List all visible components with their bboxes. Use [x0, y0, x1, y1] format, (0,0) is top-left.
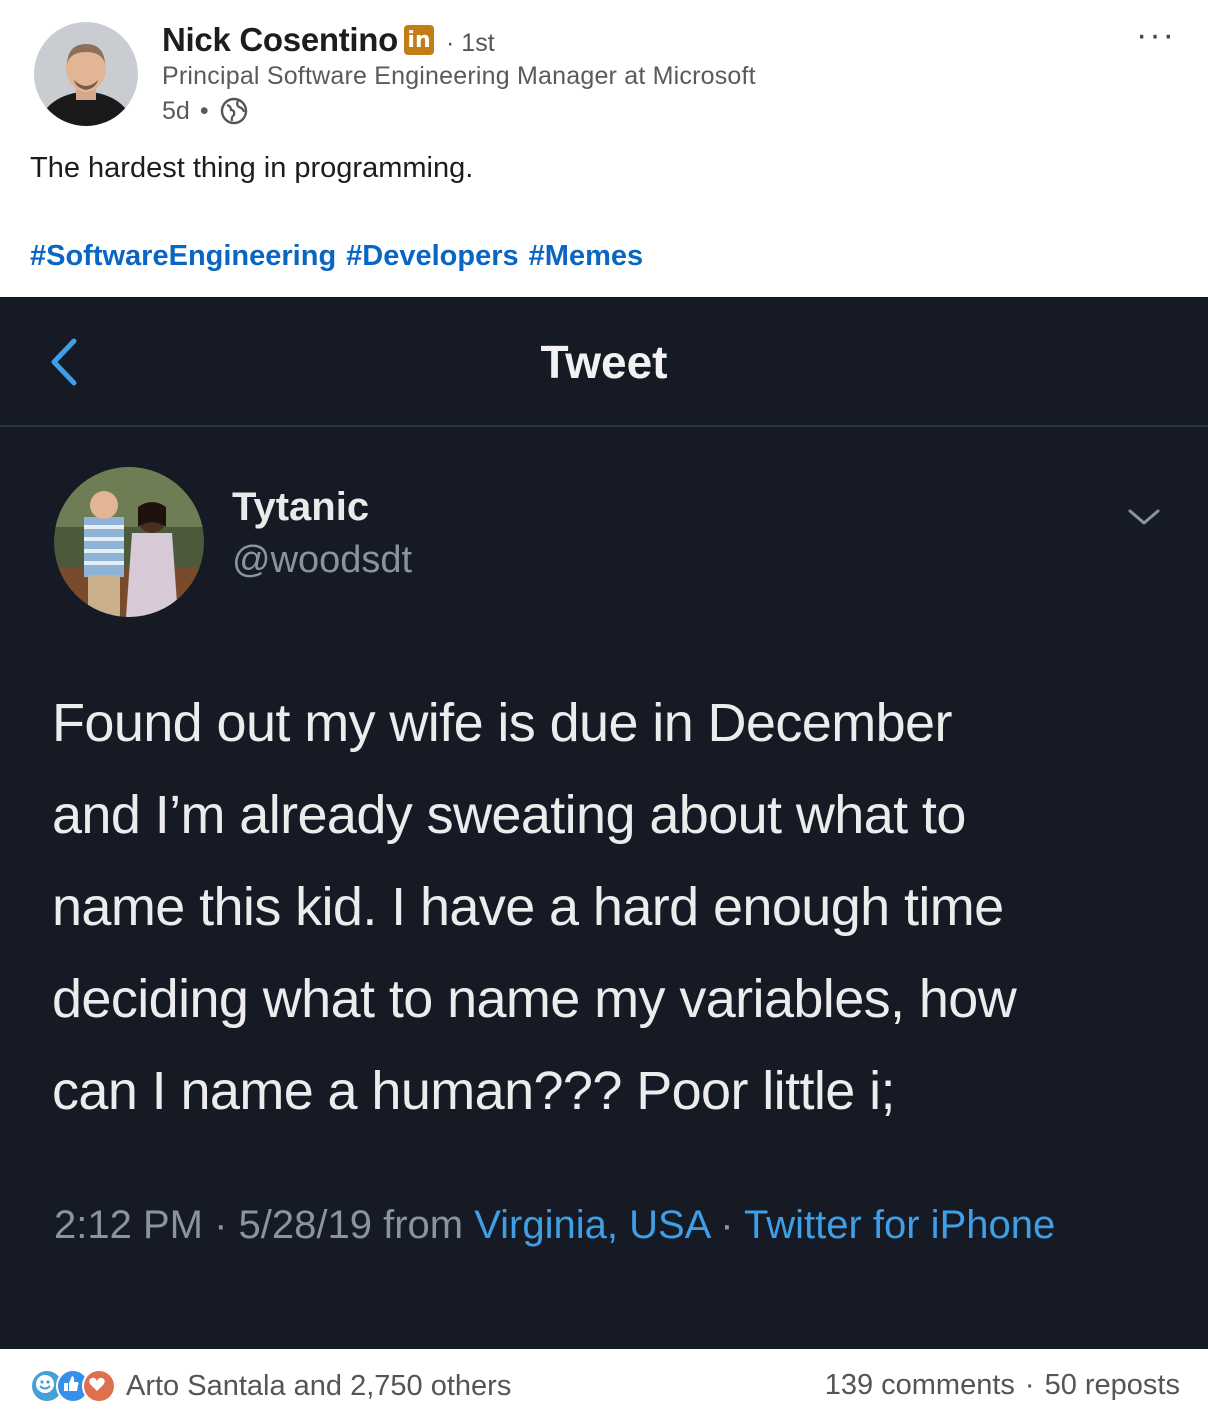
author-avatar[interactable]	[34, 22, 138, 126]
tweet-body: Found out my wife is due in December and…	[52, 677, 1172, 1137]
globe-icon	[220, 97, 247, 125]
tweet-body-line: name this kid. I have a hard enough time	[52, 877, 1004, 937]
post-time: 5d	[162, 96, 190, 125]
hashtag-link[interactable]: #SoftwareEngineering	[30, 240, 336, 273]
tweet-nav-title: Tweet	[540, 336, 668, 388]
reactions-text: Arto Santala and 2,750 others	[126, 1369, 512, 1402]
post-meta: 5d •	[162, 96, 249, 126]
tweet-body-line: Found out my wife is due in December	[52, 693, 952, 753]
counts-separator: ·	[1024, 1369, 1035, 1401]
more-options-icon[interactable]: ···	[1136, 16, 1176, 55]
tweet-display-name: Tytanic	[232, 485, 370, 529]
hashtag-link[interactable]: #Memes	[529, 240, 643, 273]
tweet-meta-separator: ·	[709, 1203, 744, 1247]
post-header: Nick Cosentino in · 1st Principal Softwa…	[0, 0, 1208, 140]
tweet-body-line: and I’m already sweating about what to	[52, 785, 966, 845]
author-headline: Principal Software Engineering Manager a…	[162, 62, 756, 90]
tweet-body-line: can I name a human??? Poor little i;	[52, 1061, 896, 1121]
reposts-count-link[interactable]: 50 reposts	[1045, 1369, 1180, 1402]
tweet-body-line: deciding what to name my variables, how	[52, 969, 1017, 1029]
tweet-location: Virginia, USA	[474, 1203, 710, 1247]
hashtags: #SoftwareEngineering #Developers #Memes	[30, 240, 643, 273]
linkedin-premium-icon: in	[404, 25, 435, 55]
reactions-summary[interactable]: Arto Santala and 2,750 others	[30, 1369, 511, 1403]
author-name[interactable]: Nick Cosentino	[162, 21, 398, 59]
engagement-counts: 139 comments · 50 reposts	[825, 1369, 1180, 1402]
tweet-time: 2:12 PM · 5/28/19 from	[54, 1203, 475, 1247]
love-reaction-icon	[82, 1369, 116, 1403]
comments-count-link[interactable]: 139 comments	[825, 1369, 1015, 1402]
chevron-down-icon	[1128, 509, 1160, 525]
tweet-screenshot-image[interactable]: Tweet Tytanic @woodsdt Found out my wife…	[0, 297, 1208, 1349]
post-text: The hardest thing in programming.	[30, 152, 474, 184]
tweet-handle: @woodsdt	[232, 539, 413, 581]
author-name-row: Nick Cosentino in · 1st	[162, 20, 495, 60]
hashtag-link[interactable]: #Developers	[346, 240, 519, 273]
social-counts-bar: Arto Santala and 2,750 others 139 commen…	[0, 1349, 1208, 1416]
tweet-source: Twitter for iPhone	[743, 1203, 1056, 1247]
tweet-author-avatar	[54, 467, 204, 617]
tweet-meta: 2:12 PM · 5/28/19 from Virginia, USA · T…	[54, 1195, 1074, 1255]
connection-degree: · 1st	[446, 28, 495, 57]
tweet-nav-bar: Tweet	[0, 297, 1208, 427]
meta-separator: •	[199, 96, 209, 125]
